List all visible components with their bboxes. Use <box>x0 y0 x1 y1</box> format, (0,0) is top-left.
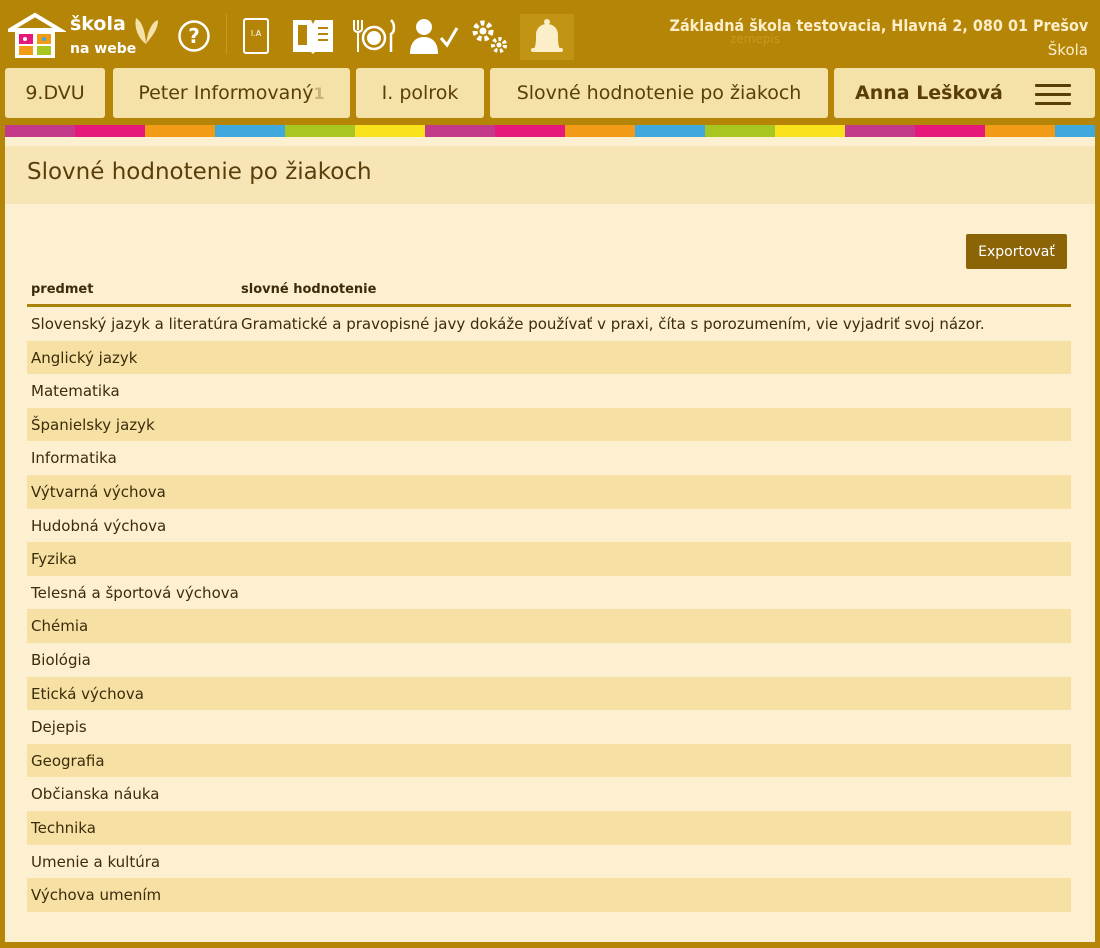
stripe-segment <box>495 125 565 137</box>
nav-section-label: Slovné hodnotenie po žiakoch <box>516 82 802 104</box>
column-header-subject: predmet <box>31 282 94 297</box>
stripe-segment <box>215 125 285 137</box>
nav-class-label: 9.DVU <box>25 82 85 104</box>
class-book-icon[interactable]: I.A <box>238 14 274 58</box>
nav-student-label: Anna Lešková <box>855 82 1003 104</box>
subject-cell: Biológia <box>31 650 91 669</box>
stripe-segment <box>915 125 985 137</box>
stripe-segment <box>635 125 705 137</box>
nav-section-button[interactable]: Slovné hodnotenie po žiakoch <box>490 68 828 118</box>
subject-cell: Umenie a kultúra <box>31 852 161 871</box>
nav-student-button[interactable]: Anna Lešková <box>834 68 1095 118</box>
stripe-segment <box>75 125 145 137</box>
nav-teacher-button[interactable]: Peter Informovaný 1 <box>113 68 350 118</box>
subject-cell: Výtvarná výchova <box>31 482 166 501</box>
stripe-segment <box>145 125 215 137</box>
table-row[interactable]: Dejepis <box>27 710 1071 744</box>
teacher-check-icon[interactable] <box>408 14 460 58</box>
menu-icon[interactable] <box>1035 84 1071 105</box>
page-title: Slovné hodnotenie po žiakoch <box>27 159 372 185</box>
top-bar: zemepis škola na webe ? I.A Základná ško… <box>0 0 1100 66</box>
table-row[interactable]: Matematika <box>27 374 1071 408</box>
table-row[interactable]: Slovenský jazyk a literatúra Gramatické a… <box>27 307 1071 341</box>
stripe-segment <box>425 125 495 137</box>
stripe-segment <box>5 125 75 137</box>
nav-teacher-count: 1 <box>313 83 325 103</box>
subject-cell: Geografia <box>31 751 105 770</box>
subject-cell: Španielsky jazyk <box>31 415 155 434</box>
subject-cell: Hudobná výchova <box>31 516 167 535</box>
table-row[interactable]: Fyzika <box>27 542 1071 576</box>
subject-cell: Matematika <box>31 382 120 401</box>
export-button[interactable]: Exportovať <box>966 234 1067 269</box>
table-row[interactable]: Občianska náuka <box>27 777 1071 811</box>
stripe-segment <box>705 125 775 137</box>
main-panel: Slovné hodnotenie po žiakoch Exportovať … <box>5 137 1095 942</box>
svg-text:?: ? <box>188 24 200 48</box>
stripe-segment <box>775 125 845 137</box>
stripe-segment <box>565 125 635 137</box>
subject-cell: Chémia <box>31 617 89 636</box>
table-row[interactable]: Geografia <box>27 743 1071 778</box>
class-book-label: I.A <box>251 29 262 38</box>
stripe-segment <box>285 125 355 137</box>
subject-cell: Technika <box>31 818 96 837</box>
logo-house-icon <box>2 12 68 58</box>
table-row[interactable]: Španielsky jazyk <box>27 407 1071 442</box>
subject-cell: Informatika <box>31 449 117 468</box>
nav-teacher-label: Peter Informovaný <box>138 82 314 104</box>
evaluation-cell: Gramatické a pravopisné javy dokáže použ… <box>241 315 985 333</box>
stripe-segment <box>985 125 1055 137</box>
school-name: Základná škola testovacia, Hlavná 2, 080… <box>669 16 1088 35</box>
user-role: Škola <box>1047 41 1088 59</box>
table-row[interactable]: Chémia <box>27 609 1071 643</box>
table-row[interactable]: Telesná a športová výchova <box>27 576 1071 610</box>
subject-cell: Telesná a športová výchova <box>31 583 239 602</box>
butterfly-icon <box>135 18 158 44</box>
nav-term-label: I. polrok <box>381 82 459 104</box>
evaluation-table: predmet slovné hodnotenie Slovenský jazy… <box>27 277 1071 912</box>
table-row[interactable]: Etická výchova <box>27 676 1071 711</box>
nav-class-button[interactable]: 9.DVU <box>5 68 105 118</box>
dining-icon[interactable] <box>348 14 400 58</box>
subject-cell: Anglický jazyk <box>31 348 138 367</box>
stripe-segment <box>845 125 915 137</box>
table-row[interactable]: Umenie a kultúra <box>27 845 1071 879</box>
logo[interactable]: škola na webe <box>2 12 168 62</box>
subject-cell: Výchova umením <box>31 886 162 905</box>
logo-text-skola: škola <box>70 13 126 35</box>
table-header: predmet slovné hodnotenie <box>27 277 1071 307</box>
subject-cell: Slovenský jazyk a literatúra <box>31 315 239 333</box>
table-row[interactable]: Biológia <box>27 643 1071 677</box>
table-row[interactable]: Výtvarná výchova <box>27 474 1071 509</box>
table-row[interactable]: Hudobná výchova <box>27 509 1071 543</box>
table-row[interactable]: Technika <box>27 810 1071 845</box>
toolbar-divider <box>226 14 227 54</box>
stripe-segment <box>1055 125 1095 137</box>
help-icon[interactable]: ? <box>176 14 212 58</box>
subject-cell: Fyzika <box>31 550 77 569</box>
notification-bell-icon[interactable] <box>520 14 574 60</box>
table-body: Slovenský jazyk a literatúra Gramatické a… <box>27 307 1071 912</box>
logo-text-na-webe: na webe <box>70 41 137 57</box>
page-title-bar: Slovné hodnotenie po žiakoch <box>5 146 1095 204</box>
table-row[interactable]: Informatika <box>27 441 1071 475</box>
nav-term-button[interactable]: I. polrok <box>356 68 484 118</box>
column-header-evaluation: slovné hodnotenie <box>241 282 377 297</box>
subject-cell: Dejepis <box>31 718 87 737</box>
subject-cell: Občianska náuka <box>31 785 160 804</box>
settings-gears-icon[interactable] <box>468 14 512 58</box>
stripe-segment <box>355 125 425 137</box>
color-stripe <box>5 125 1095 137</box>
info-book-icon[interactable] <box>288 14 338 58</box>
subject-cell: Etická výchova <box>31 684 144 703</box>
table-row[interactable]: Anglický jazyk <box>27 340 1071 375</box>
table-row[interactable]: Výchova umením <box>27 878 1071 912</box>
